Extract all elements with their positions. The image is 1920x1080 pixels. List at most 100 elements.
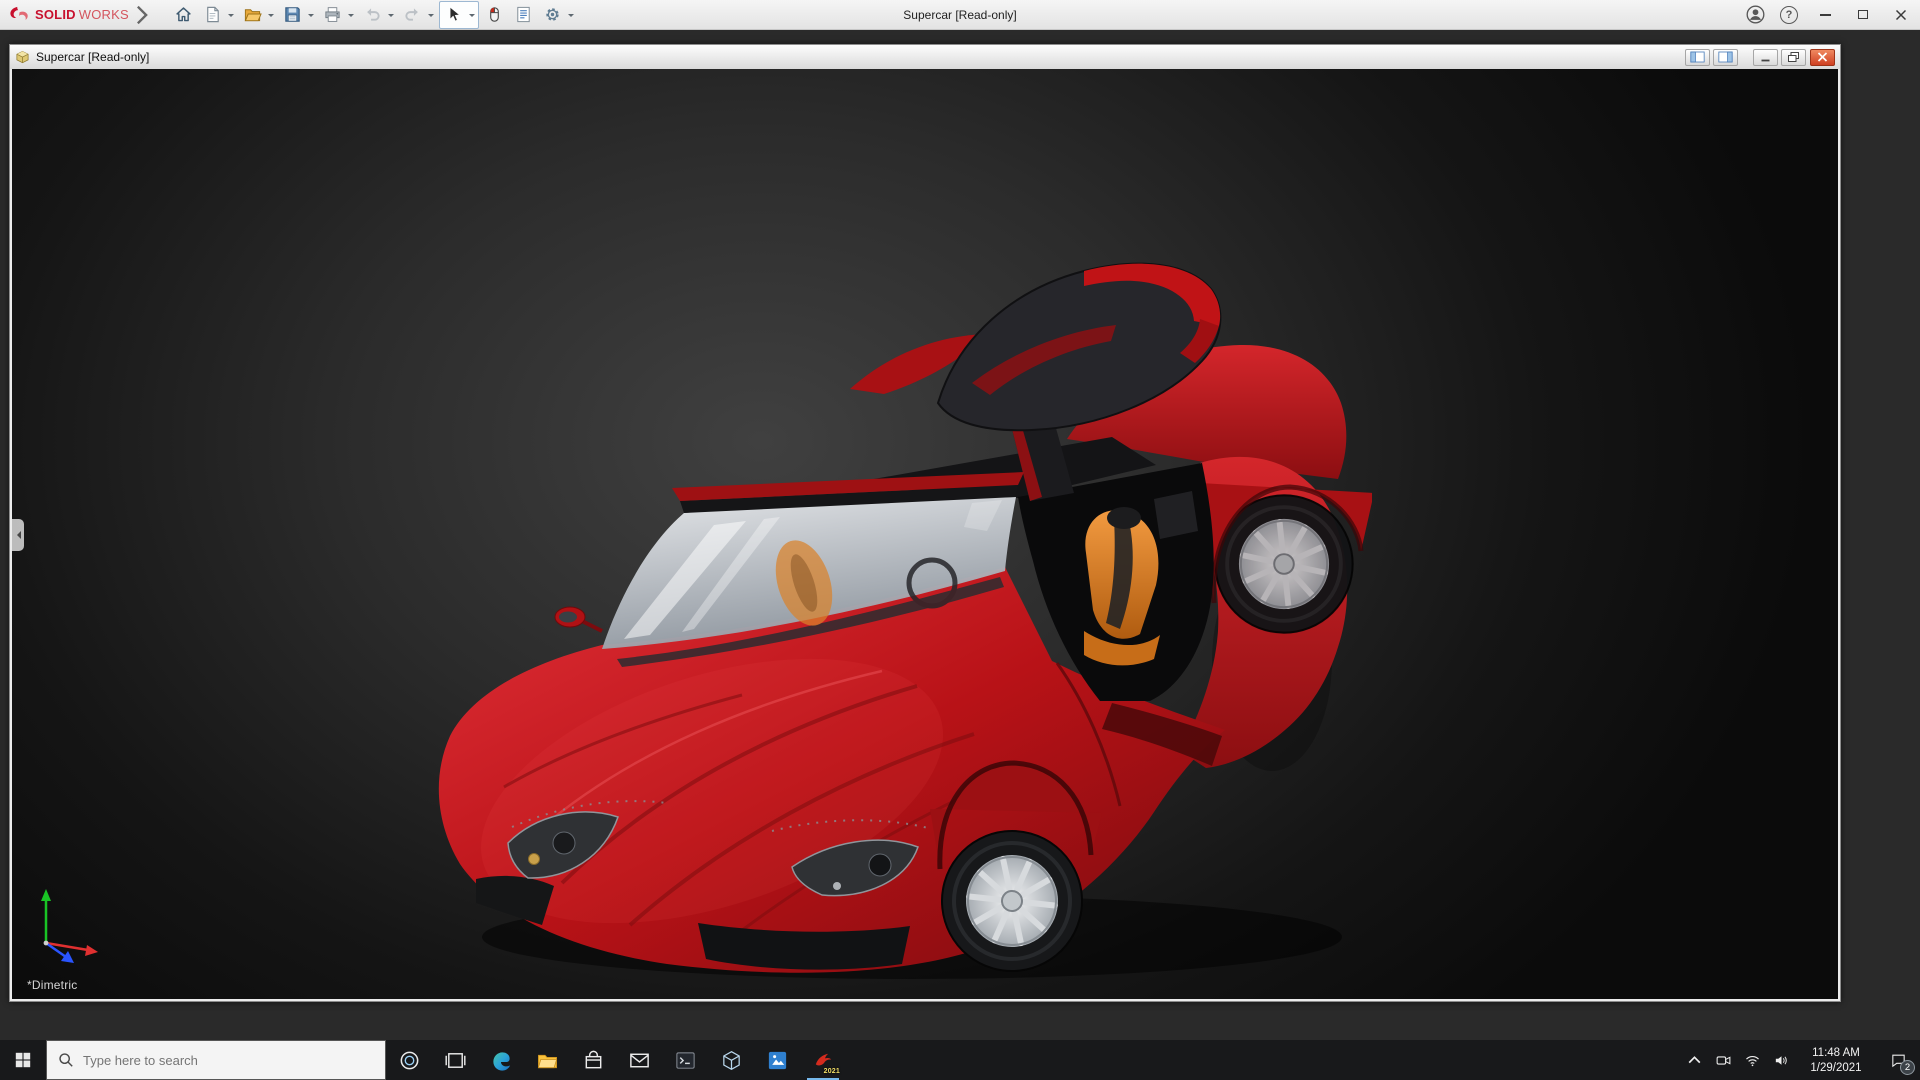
file-properties-button[interactable] [510,2,537,28]
new-document-dropdown-icon[interactable] [226,2,237,28]
document-titlebar[interactable]: Supercar [Read-only] [10,45,1840,69]
taskbar-task-view-button[interactable] [432,1040,478,1080]
3d-viewer-icon [722,1050,740,1070]
store-icon [585,1050,601,1068]
feature-tree-collapse-tab[interactable] [12,519,24,551]
start-button[interactable] [0,1040,46,1080]
save-dropdown-icon[interactable] [306,2,317,28]
print-button[interactable] [319,2,346,28]
view-orientation-label: *Dimetric [27,978,78,992]
task-view-icon [444,1052,466,1068]
taskbar-photos-button[interactable] [754,1040,800,1080]
doc-minimize-icon [1761,59,1770,62]
mail-icon [629,1053,649,1067]
doc-restore-icon [1788,52,1799,62]
taskbar-search[interactable] [46,1040,386,1080]
supercar-3d-model[interactable] [412,231,1372,999]
taskbar-file-explorer-button[interactable] [524,1040,570,1080]
app-title: Supercar [Read-only] [903,8,1017,22]
document-window-controls [1685,48,1835,66]
open-button[interactable] [239,2,266,28]
doc-minimize-button[interactable] [1753,48,1778,66]
taskbar-edge-button[interactable] [478,1040,524,1080]
clock-date: 1/29/2021 [1810,1061,1862,1074]
new-document-icon [207,6,219,23]
taskbar-3d-viewer-button[interactable] [708,1040,754,1080]
account-button[interactable] [1738,0,1772,30]
orientation-triad [41,889,98,963]
chevron-up-icon [1688,1055,1701,1063]
minimize-icon [1819,13,1831,16]
doc-pane-left-button[interactable] [1685,48,1710,66]
photos-icon [768,1051,786,1069]
pane-left-icon [1690,51,1705,63]
undo-dropdown-icon[interactable] [386,2,397,28]
solidworks-app-window: SOLID WORKS Supercar [Read-only] ? Super… [0,0,1920,1080]
close-icon [1895,9,1907,20]
app-maximize-button[interactable] [1844,0,1882,30]
expand-menu-chevron-icon[interactable] [134,2,150,28]
taskbar-solidworks-button[interactable]: 2021 [800,1040,846,1080]
taskbar-mail-button[interactable] [616,1040,662,1080]
solidworks-year-badge: 2021 [823,1068,840,1075]
document-title: Supercar [Read-only] [36,50,150,64]
doc-pane-right-button[interactable] [1713,48,1738,66]
document-window: Supercar [Read-only] *Dimetric [9,44,1841,1002]
maximize-icon [1858,10,1868,19]
user-icon [1746,5,1764,24]
action-center-button[interactable]: 2 [1876,1040,1920,1080]
undo-button[interactable] [359,2,386,28]
titlebar-controls: ? [1738,0,1920,29]
volume-button[interactable] [1767,1040,1796,1080]
brand-solid-text: SOLID [35,7,76,22]
wifi-icon [1746,1055,1759,1066]
pane-right-icon [1718,51,1733,63]
redo-button[interactable] [399,2,426,28]
clock-time: 11:48 AM [1812,1046,1860,1059]
mouse-gestures-button[interactable] [481,2,508,28]
graphics-viewport[interactable]: *Dimetric [12,69,1838,999]
dassault-3ds-icon [10,6,28,20]
app-close-button[interactable] [1882,0,1920,30]
windows-taskbar: 2021 [0,1040,1920,1080]
solidworks-logo: SOLID WORKS [0,2,150,28]
undo-icon [367,8,380,21]
brand-works-text: WORKS [78,7,129,22]
taskbar-terminal-button[interactable] [662,1040,708,1080]
assembly-document-icon [16,50,29,63]
taskbar-clock[interactable]: 11:48 AM 1/29/2021 [1796,1045,1876,1076]
file-properties-icon [517,6,530,23]
save-button[interactable] [279,2,306,28]
select-tool-dropdown-icon[interactable] [467,2,478,28]
redo-dropdown-icon[interactable] [426,2,437,28]
search-input[interactable] [83,1052,343,1068]
tray-expand-button[interactable] [1680,1040,1709,1080]
taskbar-cortana-button[interactable] [386,1040,432,1080]
print-dropdown-icon[interactable] [346,2,357,28]
new-document-button[interactable] [199,2,226,28]
search-icon [59,1053,73,1067]
doc-close-button[interactable] [1810,48,1835,66]
mdi-client-area: Supercar [Read-only] *Dimetric [0,30,1920,1040]
network-button[interactable] [1738,1040,1767,1080]
print-icon [325,7,340,22]
save-icon [285,7,300,22]
chevron-left-icon [13,531,21,539]
app-titlebar: SOLID WORKS Supercar [Read-only] ? [0,0,1920,30]
app-minimize-button[interactable] [1806,0,1844,30]
home-button[interactable] [170,2,197,28]
camera-icon [1716,1055,1731,1065]
open-dropdown-icon[interactable] [266,2,277,28]
doc-restore-button[interactable] [1781,48,1806,66]
select-cursor-icon [449,6,460,22]
meet-now-button[interactable] [1709,1040,1738,1080]
options-button[interactable] [539,2,566,28]
home-icon [176,7,191,22]
taskbar-store-button[interactable] [570,1040,616,1080]
options-gear-icon [546,8,559,21]
help-button[interactable]: ? [1772,0,1806,30]
system-tray: 11:48 AM 1/29/2021 2 [1680,1040,1920,1080]
select-tool-button[interactable] [440,2,467,28]
options-dropdown-icon[interactable] [566,2,577,28]
windows-logo-icon [15,1052,31,1068]
